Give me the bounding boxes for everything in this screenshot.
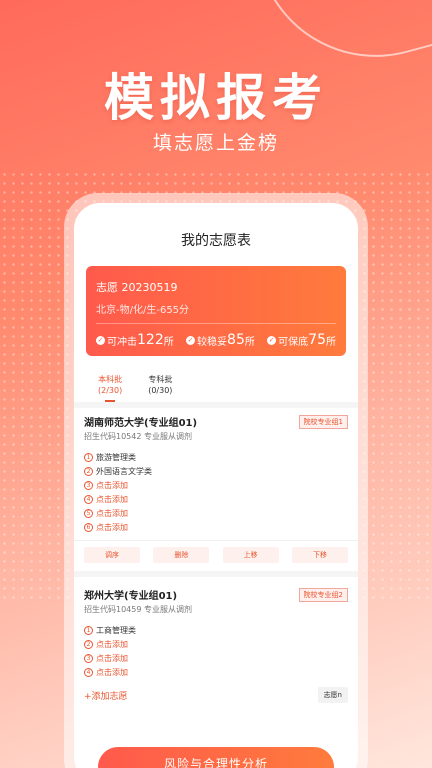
major-label: 外国语言文学类	[96, 466, 152, 476]
divider	[96, 323, 336, 324]
page-title: 我的志愿表	[181, 233, 251, 249]
group-badge: 院校专业组1	[298, 415, 348, 429]
action-button-row: 调序 删除 上移 下移	[74, 540, 358, 571]
stat-backup: ✓ 可保底 75 所	[267, 332, 336, 348]
number-circle-icon: 3	[84, 480, 93, 490]
number-circle-icon: 3	[84, 653, 93, 663]
tab-junior-college[interactable]: 专科批 (0/30)	[148, 374, 172, 402]
stat-label: 可冲击	[107, 336, 137, 348]
volunteer-n-button[interactable]: 志愿n	[317, 687, 348, 703]
school-code: 招生代码10542 专业服从调剂	[84, 432, 192, 441]
group-badge: 院校专业组2	[298, 588, 348, 602]
add-major-item[interactable]: 4 点击添加	[84, 492, 348, 506]
phone-frame: 我的志愿表 志愿 20230519 北京-物/化/生-655分 ✓ 可冲击 12…	[64, 193, 368, 768]
add-major-item[interactable]: 3 点击添加	[84, 651, 348, 665]
add-major-item[interactable]: 3 点击添加	[84, 478, 348, 492]
major-label: 点击添加	[96, 494, 128, 504]
batch-tabs: 本科批 (2/30) 专科批 (0/30)	[98, 374, 358, 402]
move-up-button[interactable]: 上移	[222, 547, 279, 563]
major-label: 点击添加	[96, 639, 128, 649]
risk-analysis-button[interactable]: 风险与合理性分析	[98, 747, 334, 768]
add-volunteer-link[interactable]: +添加志愿	[84, 689, 128, 702]
school-code: 招生代码10459 专业服从调剂	[84, 605, 192, 614]
volunteer-info: 北京-物/化/生-655分	[96, 305, 190, 316]
stat-value: 122	[137, 332, 164, 348]
stat-reach: ✓ 可冲击 122 所	[96, 332, 174, 348]
add-major-item[interactable]: 5 点击添加	[84, 506, 348, 520]
add-major-item[interactable]: 4 点击添加	[84, 665, 348, 679]
school-entry: 郑州大学(专业组01) 招生代码10459 专业服从调剂 院校专业组2 1 工商管…	[74, 571, 358, 703]
volunteer-summary-card[interactable]: 志愿 20230519 北京-物/化/生-655分 ✓ 可冲击 122 所 ✓ …	[86, 266, 346, 356]
stat-value: 75	[308, 332, 326, 348]
number-circle-icon: 1	[84, 625, 93, 635]
delete-button[interactable]: 删除	[153, 547, 210, 563]
number-circle-icon: 5	[84, 508, 93, 518]
stat-safe: ✓ 较稳妥 85 所	[186, 332, 255, 348]
number-circle-icon: 6	[84, 522, 93, 532]
major-label: 点击添加	[96, 508, 128, 518]
hero-subtitle: 填志愿上金榜	[152, 132, 279, 154]
number-circle-icon: 1	[84, 452, 93, 462]
phone-screen: 我的志愿表 志愿 20230519 北京-物/化/生-655分 ✓ 可冲击 12…	[74, 203, 358, 768]
reorder-button[interactable]: 调序	[84, 547, 140, 563]
major-item[interactable]: 1 工商管理类	[84, 623, 348, 637]
add-row: +添加志愿 志愿n	[84, 687, 348, 703]
stat-unit: 所	[244, 336, 255, 348]
stat-value: 85	[227, 332, 245, 348]
hero-title: 模拟报考	[104, 69, 328, 127]
major-item[interactable]: 1 旅游管理类	[84, 450, 348, 464]
major-label: 工商管理类	[96, 625, 136, 635]
check-circle-icon: ✓	[186, 335, 196, 345]
move-down-button[interactable]: 下移	[291, 547, 348, 563]
stat-unit: 所	[325, 336, 336, 348]
major-label: 点击添加	[96, 667, 128, 677]
check-circle-icon: ✓	[96, 335, 105, 345]
number-circle-icon: 2	[84, 639, 93, 649]
check-circle-icon: ✓	[267, 335, 277, 345]
add-major-item[interactable]: 2 点击添加	[84, 637, 348, 651]
stat-unit: 所	[163, 336, 174, 348]
number-circle-icon: 2	[84, 466, 93, 476]
major-label: 点击添加	[96, 653, 128, 663]
volunteer-name: 志愿 20230519	[96, 281, 178, 294]
major-label: 点击添加	[96, 480, 128, 490]
major-item[interactable]: 2 外国语言文学类	[84, 464, 348, 478]
tab-undergraduate[interactable]: 本科批 (2/30)	[98, 374, 122, 402]
number-circle-icon: 4	[84, 667, 93, 677]
tab-label: 本科批	[98, 375, 123, 384]
tab-count: (2/30)	[98, 386, 123, 395]
major-list: 1 旅游管理类 2 外国语言文学类 3 点击添加 4 点击添加 5 点击添加 6 点击添加	[84, 450, 348, 534]
tab-count: (0/30)	[148, 386, 173, 395]
number-circle-icon: 4	[84, 494, 93, 504]
school-entry: 湖南师范大学(专业组01) 招生代码10542 专业服从调剂 院校专业组1 1旅…	[74, 402, 358, 571]
add-major-item[interactable]: 6 点击添加	[84, 520, 348, 534]
tab-label: 专科批	[148, 375, 173, 384]
major-list: 1 工商管理类 2 点击添加 3 点击添加 4 点击添加	[84, 623, 348, 679]
stat-label: 可保底	[278, 336, 309, 348]
major-label: 点击添加	[96, 522, 128, 532]
major-label: 旅游管理类	[96, 452, 136, 462]
stat-label: 较稳妥	[197, 336, 228, 348]
stats-row: ✓ 可冲击 122 所 ✓ 较稳妥 85 所 ✓ 可保底 75 所	[96, 332, 336, 348]
